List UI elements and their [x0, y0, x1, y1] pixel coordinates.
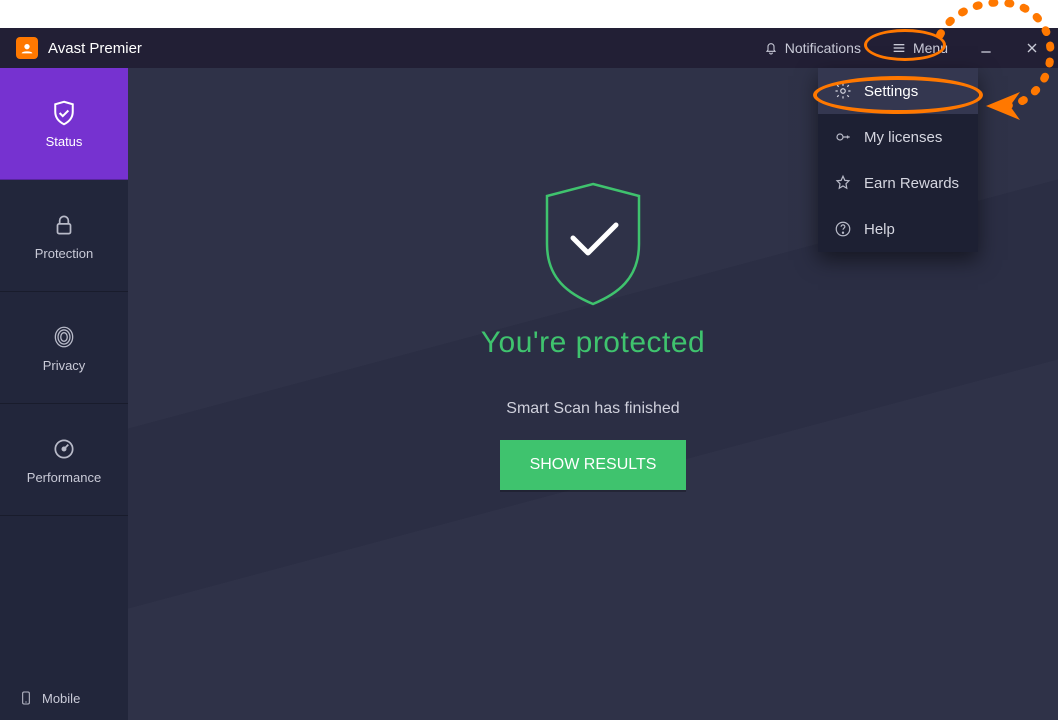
sidebar-item-label: Privacy — [43, 358, 86, 373]
gauge-icon — [49, 434, 79, 464]
sidebar-item-protection[interactable]: Protection — [0, 180, 128, 292]
fingerprint-icon — [49, 322, 79, 352]
hamburger-icon — [891, 40, 907, 56]
help-icon — [834, 220, 852, 238]
menu-label: Menu — [913, 40, 948, 56]
menu-item-my-licenses[interactable]: My licenses — [818, 114, 978, 160]
sidebar-item-label: Performance — [27, 470, 101, 485]
close-button[interactable] — [1014, 30, 1050, 66]
menu-item-settings[interactable]: Settings — [818, 68, 978, 114]
minimize-button[interactable] — [968, 30, 1004, 66]
menu-button[interactable]: Menu — [881, 36, 958, 60]
bell-icon — [763, 40, 779, 56]
sidebar-item-status[interactable]: Status — [0, 68, 128, 180]
sidebar-item-privacy[interactable]: Privacy — [0, 292, 128, 404]
app-window: Avast Premier Notifications Menu — [0, 28, 1058, 720]
menu-item-label: My licenses — [864, 129, 942, 146]
sidebar: Status Protection Privacy Performance — [0, 68, 128, 720]
menu-item-label: Help — [864, 221, 895, 238]
star-icon — [834, 174, 852, 192]
notifications-button[interactable]: Notifications — [753, 36, 871, 60]
mobile-icon — [18, 690, 34, 706]
menu-item-earn-rewards[interactable]: Earn Rewards — [818, 160, 978, 206]
protected-shield-icon — [533, 178, 653, 308]
notifications-label: Notifications — [785, 40, 861, 56]
menu-item-label: Settings — [864, 83, 918, 100]
app-title: Avast Premier — [48, 40, 142, 57]
gear-icon — [834, 82, 852, 100]
sidebar-item-performance[interactable]: Performance — [0, 404, 128, 516]
menu-item-label: Earn Rewards — [864, 175, 959, 192]
sidebar-mobile-link[interactable]: Mobile — [0, 676, 128, 720]
menu-item-help[interactable]: Help — [818, 206, 978, 252]
titlebar: Avast Premier Notifications Menu — [0, 28, 1058, 68]
shield-check-icon — [49, 98, 79, 128]
avast-logo-icon — [16, 37, 38, 59]
sidebar-mobile-label: Mobile — [42, 691, 80, 706]
license-icon — [834, 128, 852, 146]
status-subline: Smart Scan has finished — [506, 400, 679, 418]
sidebar-item-label: Protection — [35, 246, 94, 261]
status-headline: You're protected — [481, 326, 705, 360]
show-results-button[interactable]: SHOW RESULTS — [500, 440, 687, 490]
sidebar-item-label: Status — [46, 134, 83, 149]
lock-icon — [49, 210, 79, 240]
menu-dropdown: Settings My licenses Earn Rewards Help — [818, 68, 978, 252]
